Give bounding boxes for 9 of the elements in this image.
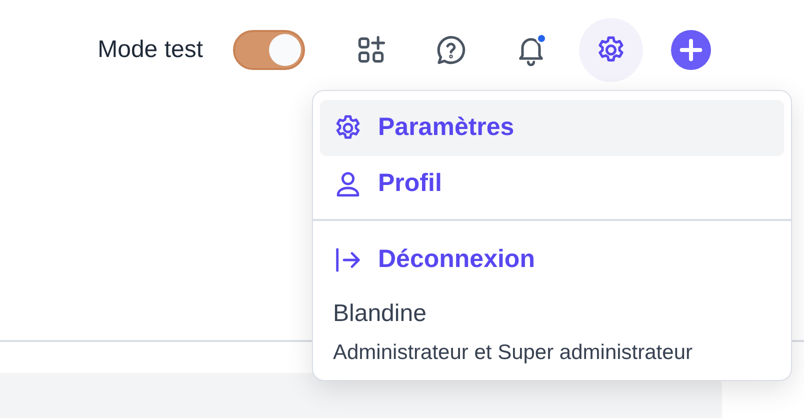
notification-dot — [536, 33, 547, 44]
menu-item[interactable]: Paramètres — [320, 100, 784, 156]
menu-item[interactable]: Profil — [320, 156, 784, 212]
user-name: Blandine — [332, 299, 428, 329]
plus-icon — [671, 30, 711, 70]
mode-toggle[interactable] — [233, 30, 305, 70]
menu-item[interactable]: Déconnexion — [320, 232, 784, 288]
mode-label: Mode test — [98, 35, 203, 65]
user-role: Administrateur et Super administrateur — [332, 340, 694, 366]
